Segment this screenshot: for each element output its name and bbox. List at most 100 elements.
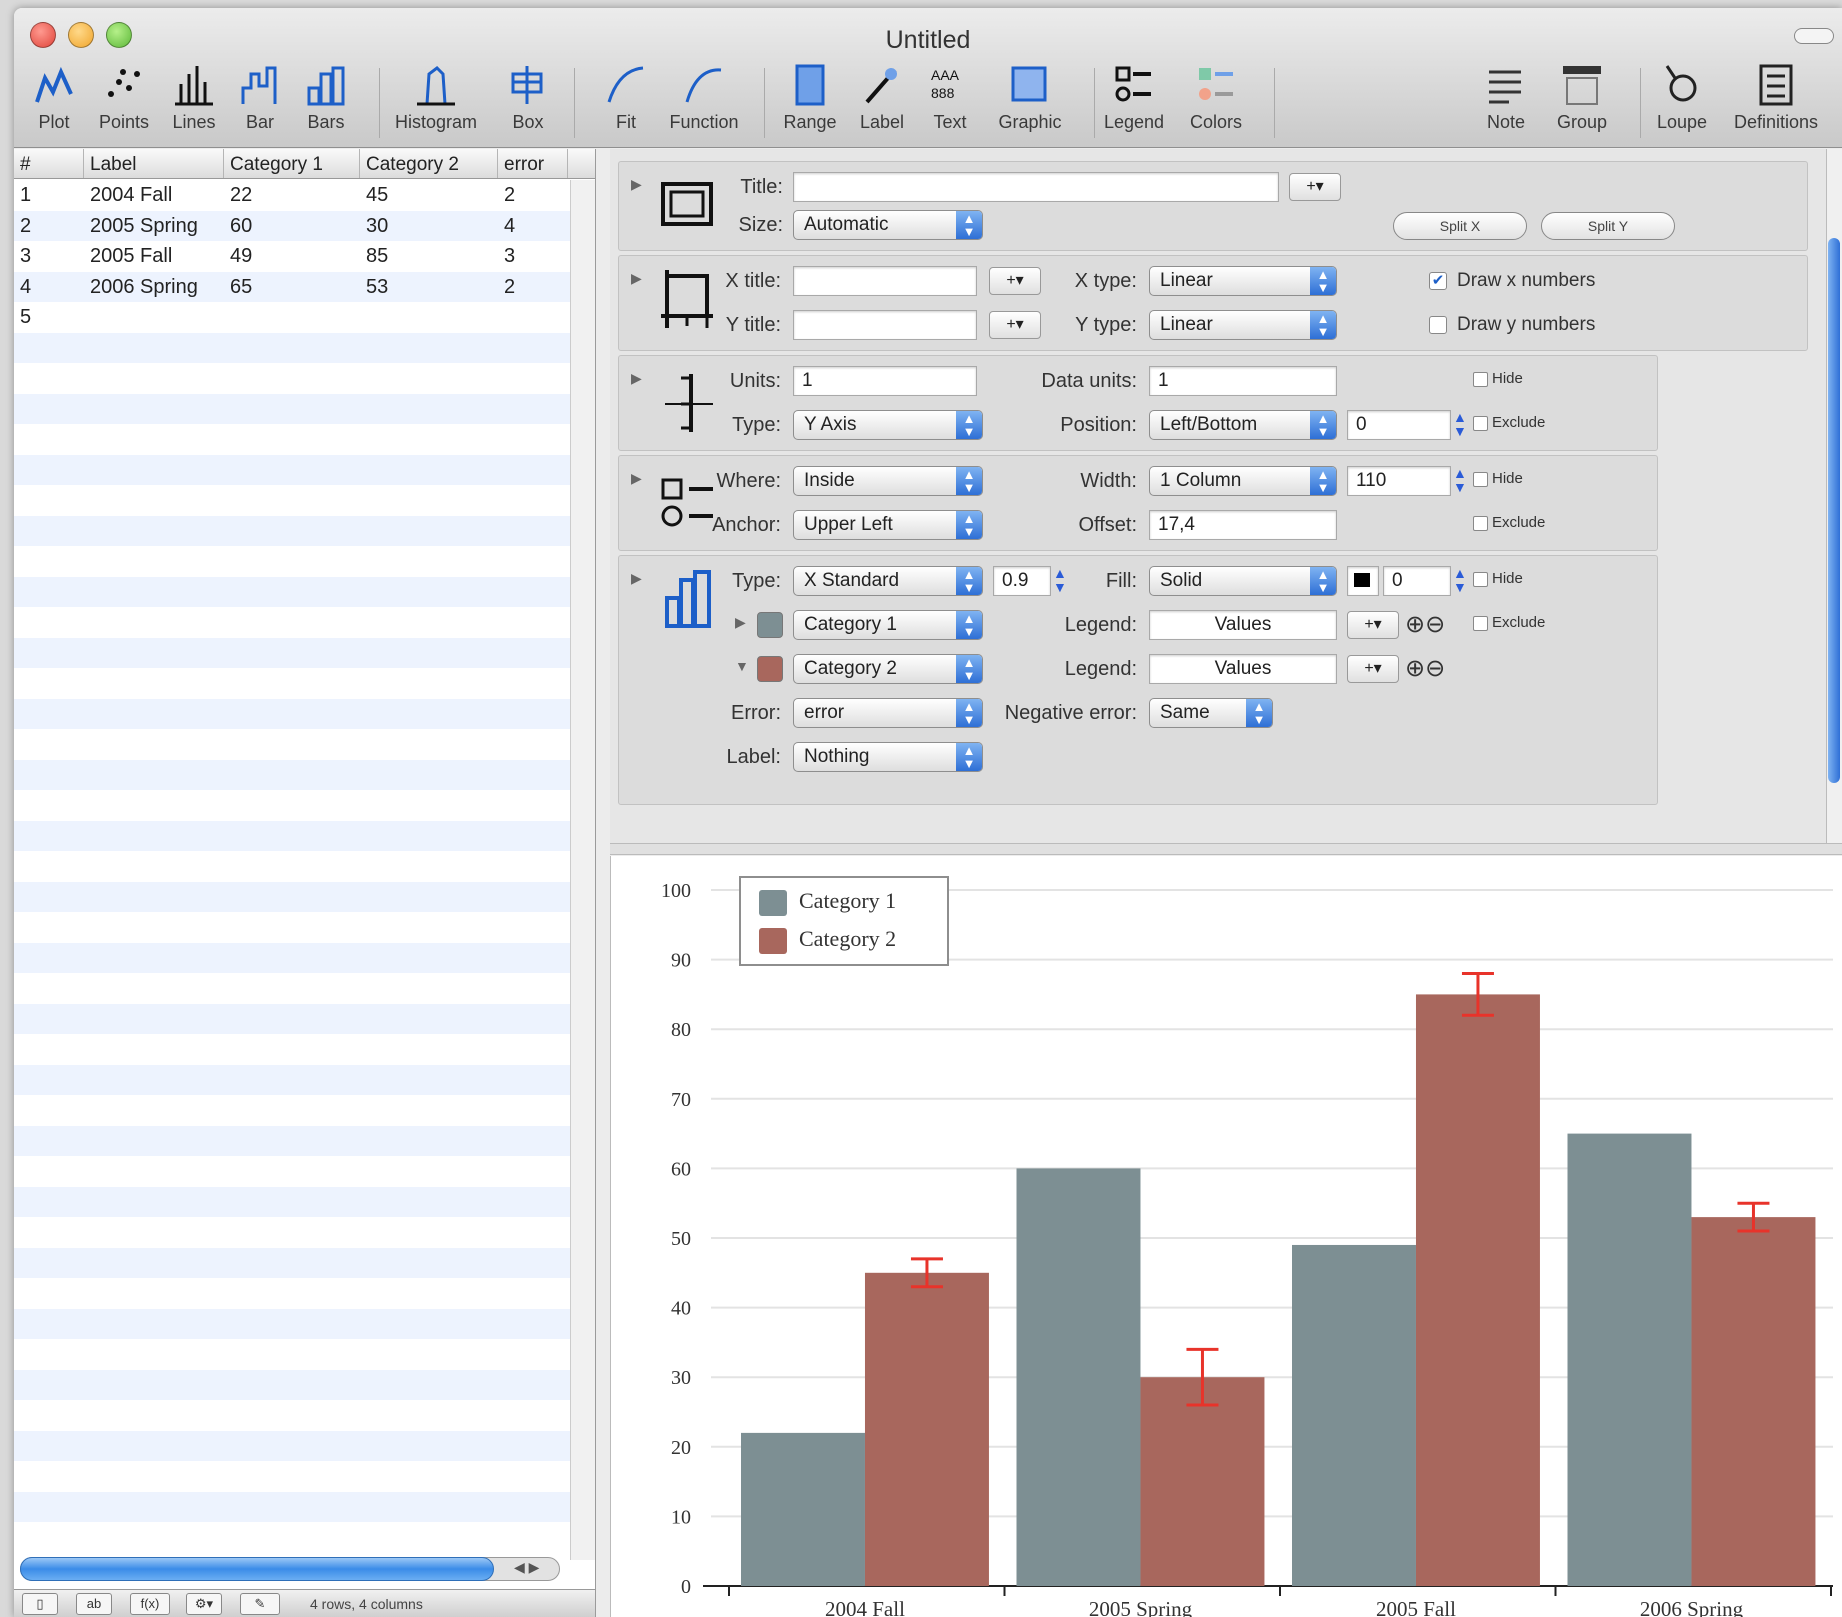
table-cell[interactable] (360, 821, 498, 852)
table-cell[interactable]: 22 (224, 180, 360, 211)
table-cell[interactable] (224, 1034, 360, 1065)
legend-offset-field[interactable]: 17,4 (1149, 510, 1337, 540)
table-cell[interactable] (224, 668, 360, 699)
table-cell[interactable] (84, 1004, 224, 1035)
table-cell[interactable]: 2 (498, 180, 568, 211)
table-row[interactable] (14, 515, 595, 547)
table-row[interactable] (14, 1430, 595, 1462)
table-row[interactable] (14, 759, 595, 791)
disclosure-triangle-icon[interactable]: ▶ (631, 570, 642, 587)
table-row[interactable] (14, 1034, 595, 1065)
table-row[interactable] (14, 1400, 595, 1431)
table-cell[interactable] (224, 1156, 360, 1187)
line-width-field[interactable]: 0 (1383, 566, 1451, 596)
table-cell[interactable] (498, 851, 568, 882)
table-cell[interactable] (498, 1156, 568, 1187)
table-cell[interactable] (224, 821, 360, 852)
series2-color-swatch[interactable] (757, 656, 783, 682)
table-cell[interactable] (498, 1400, 568, 1431)
table-row[interactable] (14, 1522, 595, 1553)
table-cell[interactable] (360, 1400, 498, 1431)
table-row[interactable] (14, 1491, 595, 1522)
table-row[interactable] (14, 1095, 595, 1126)
table-cell[interactable] (14, 821, 84, 852)
table-cell[interactable] (84, 790, 224, 821)
table-cell[interactable] (14, 1095, 84, 1126)
table-cell[interactable] (498, 1278, 568, 1309)
table-row[interactable] (14, 607, 595, 638)
table-cell[interactable] (84, 607, 224, 638)
table-cell[interactable] (224, 760, 360, 791)
table-cell[interactable] (14, 516, 84, 547)
table-cell[interactable] (360, 1065, 498, 1096)
table-cell[interactable] (224, 790, 360, 821)
table-cell[interactable] (498, 668, 568, 699)
table-cell[interactable] (498, 607, 568, 638)
toolbar-function-button[interactable]: Function (659, 64, 749, 133)
table-cell[interactable]: 4 (498, 211, 568, 242)
table-cell[interactable] (14, 760, 84, 791)
table-cell[interactable] (84, 1126, 224, 1157)
table-cell[interactable] (360, 516, 498, 547)
table-cell[interactable] (224, 302, 360, 333)
add-column-button[interactable]: ▯ (22, 1593, 58, 1615)
table-row[interactable] (14, 1339, 595, 1370)
axis-hide-checkbox[interactable]: Hide (1473, 370, 1523, 387)
table-cell[interactable] (84, 1065, 224, 1096)
table-cell[interactable] (14, 1370, 84, 1401)
table-row[interactable] (14, 973, 595, 1004)
toolbar-box-button[interactable]: Box (483, 64, 573, 133)
table-cell[interactable] (84, 516, 224, 547)
table-cell[interactable]: 3 (498, 241, 568, 272)
table-cell[interactable] (84, 546, 224, 577)
table-cell[interactable] (14, 1431, 84, 1462)
toolbar-colors-button[interactable]: Colors (1171, 64, 1261, 133)
table-cell[interactable] (360, 729, 498, 760)
table-cell[interactable]: 2004 Fall (84, 180, 224, 211)
table-cell[interactable] (14, 699, 84, 730)
disclosure-triangle-icon[interactable]: ▶ (631, 370, 642, 387)
table-cell[interactable] (360, 1156, 498, 1187)
table-cell[interactable] (498, 546, 568, 577)
table-cell[interactable] (14, 1156, 84, 1187)
column-header[interactable]: # (14, 149, 84, 178)
table-cell[interactable]: 2006 Spring (84, 272, 224, 303)
table-row[interactable] (14, 1186, 595, 1218)
table-cell[interactable] (498, 424, 568, 455)
table-cell[interactable] (360, 363, 498, 394)
table-cell[interactable] (84, 699, 224, 730)
x-type-popup[interactable]: Linear ▲ ▼ (1149, 266, 1337, 296)
table-cell[interactable] (14, 1126, 84, 1157)
table-row[interactable] (14, 485, 595, 516)
table-cell[interactable] (360, 485, 498, 516)
table-cell[interactable] (224, 363, 360, 394)
gear-icon[interactable]: ⚙▾ (186, 1593, 222, 1615)
table-cell[interactable] (84, 1400, 224, 1431)
table-cell[interactable] (14, 1400, 84, 1431)
series1-color-swatch[interactable] (757, 612, 783, 638)
table-cell[interactable] (84, 1187, 224, 1218)
table-cell[interactable]: 65 (224, 272, 360, 303)
table-cell[interactable] (360, 760, 498, 791)
table-cell[interactable] (498, 912, 568, 943)
table-cell[interactable] (84, 729, 224, 760)
table-scroll-thumb[interactable] (20, 1557, 494, 1581)
table-cell[interactable] (14, 424, 84, 455)
series1-disclosure-icon[interactable]: ▶ (735, 614, 746, 631)
table-row[interactable] (14, 668, 595, 699)
toolbar-graphic-button[interactable]: Graphic (985, 64, 1075, 133)
table-cell[interactable] (84, 638, 224, 669)
table-cell[interactable] (498, 516, 568, 547)
table-cell[interactable] (84, 1431, 224, 1462)
y-title-field[interactable] (793, 310, 977, 340)
table-cell[interactable] (498, 1461, 568, 1492)
table-cell[interactable] (498, 1370, 568, 1401)
table-cell[interactable] (224, 1339, 360, 1370)
table-cell[interactable] (498, 699, 568, 730)
table-cell[interactable] (498, 363, 568, 394)
table-cell[interactable] (224, 1431, 360, 1462)
table-cell[interactable] (498, 485, 568, 516)
table-cell[interactable] (360, 912, 498, 943)
table-cell[interactable] (14, 668, 84, 699)
table-cell[interactable] (498, 1522, 568, 1553)
